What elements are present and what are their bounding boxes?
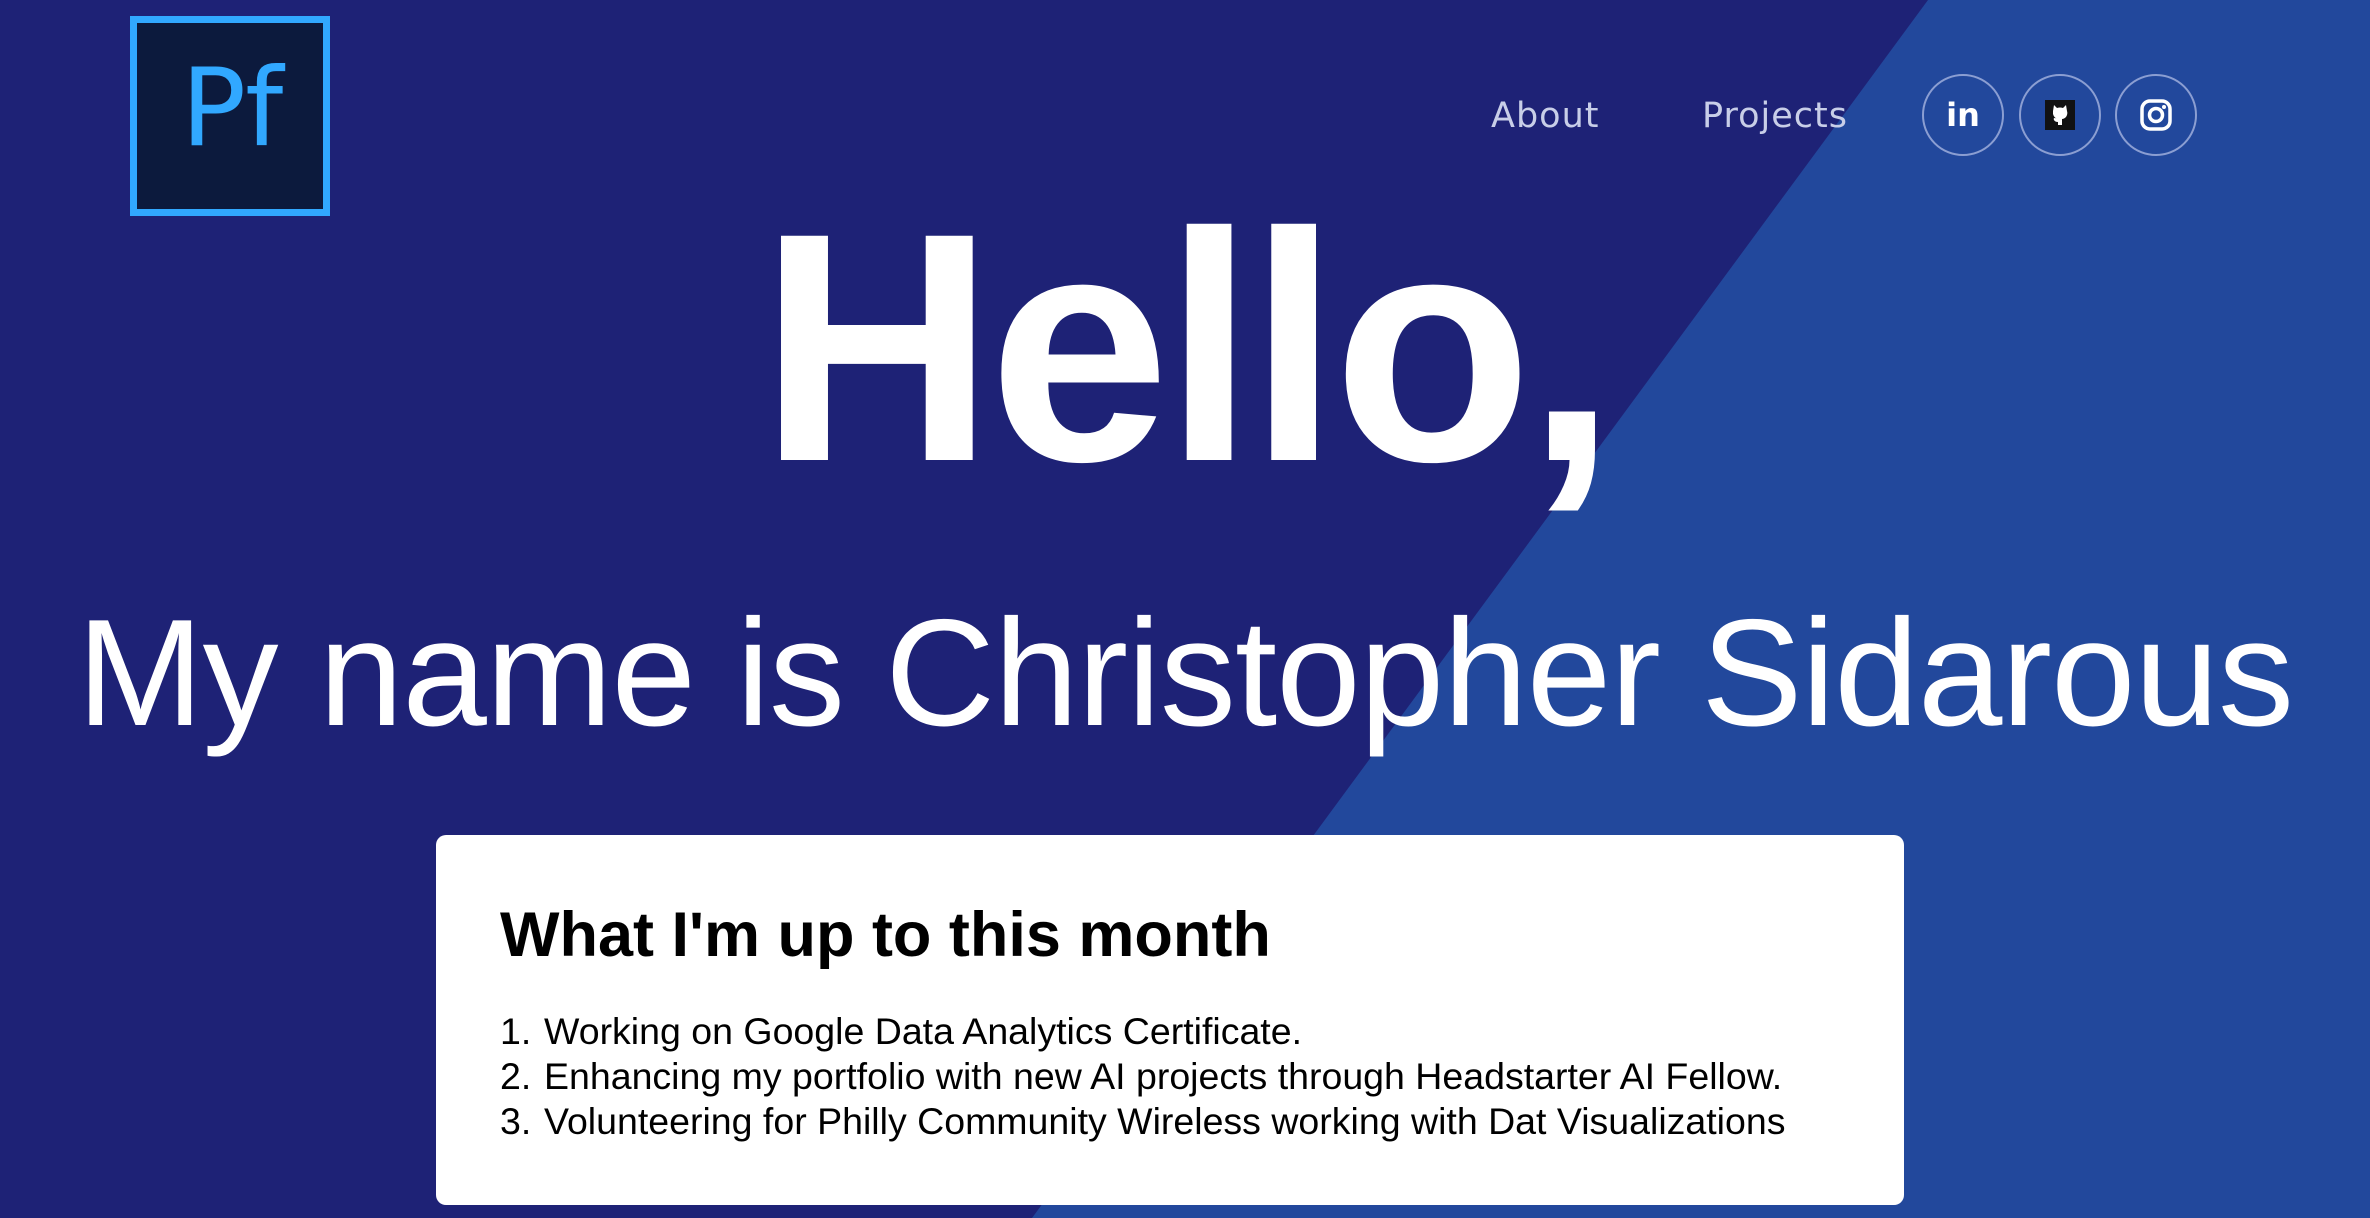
linkedin-icon: in	[1946, 96, 1980, 134]
list-item-number: 3.	[500, 1100, 532, 1142]
nav-projects-link[interactable]: Projects	[1702, 90, 1848, 142]
list-item: 3. Volunteering for Philly Community Wir…	[500, 1099, 1904, 1144]
card-title: What I'm up to this month	[500, 900, 1271, 970]
instagram-icon	[2140, 99, 2172, 131]
list-item-number: 1.	[500, 1010, 532, 1052]
instagram-link[interactable]	[2115, 74, 2197, 156]
update-list: 1. Working on Google Data Analytics Cert…	[500, 1009, 1904, 1144]
list-item: 1. Working on Google Data Analytics Cert…	[500, 1009, 1904, 1054]
list-item-number: 2.	[500, 1055, 532, 1097]
github-link[interactable]	[2019, 74, 2101, 156]
hero-greeting: Hello,	[759, 166, 1617, 530]
list-item-text: Volunteering for Philly Community Wirele…	[544, 1100, 1786, 1142]
list-item: 2. Enhancing my portfolio with new AI pr…	[500, 1054, 1904, 1099]
list-item-text: Working on Google Data Analytics Certifi…	[544, 1010, 1303, 1052]
logo-text: Pf	[181, 46, 283, 171]
linkedin-link[interactable]: in	[1922, 74, 2004, 156]
svg-text:in: in	[1946, 96, 1980, 134]
nav-about-link[interactable]: About	[1491, 90, 1599, 142]
hero-name-line: My name is Christopher Sidarous	[76, 588, 2294, 758]
monthly-update-card: What I'm up to this month 1. Working on …	[436, 835, 1904, 1205]
github-icon	[2045, 100, 2075, 130]
list-item-text: Enhancing my portfolio with new AI proje…	[544, 1055, 1783, 1097]
